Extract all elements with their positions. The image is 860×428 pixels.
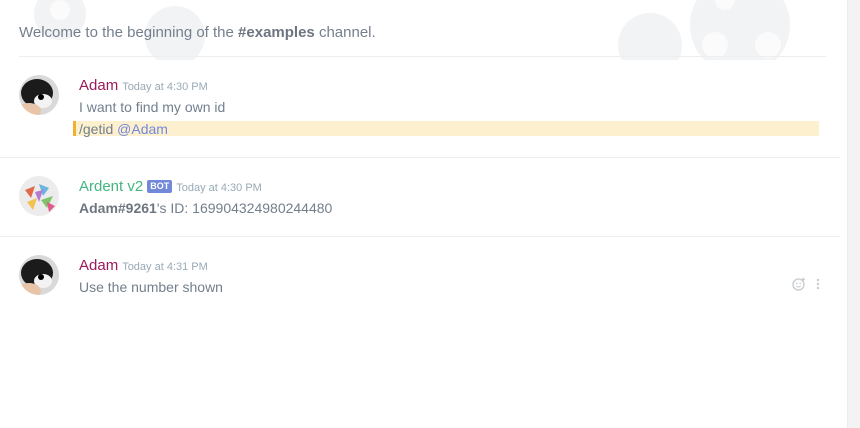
avatar[interactable] xyxy=(19,255,59,295)
add-reaction-icon[interactable] xyxy=(792,277,806,291)
timestamp[interactable]: Today at 4:31 PM xyxy=(122,261,208,273)
message-command-line: /getid @Adam xyxy=(79,121,168,137)
author-name[interactable]: Adam xyxy=(79,77,118,94)
user-tag: Adam#9261 xyxy=(79,200,157,216)
message-divider xyxy=(0,157,840,158)
message-header: Ardent v2 BOT Today at 4:30 PM xyxy=(79,178,262,195)
message-actions xyxy=(792,277,820,291)
avatar-dog-icon xyxy=(19,75,59,115)
message-text: Adam#9261's ID: 169904324980244480 xyxy=(79,200,332,216)
welcome-prefix: Welcome to the beginning of the xyxy=(19,24,234,41)
welcome-divider xyxy=(19,56,826,57)
avatar-dog-icon xyxy=(19,255,59,295)
message-header: Adam Today at 4:30 PM xyxy=(79,77,208,94)
more-options-icon[interactable] xyxy=(816,277,820,291)
channel-welcome: Welcome to the beginning of the #example… xyxy=(19,24,376,41)
command-text: /getid xyxy=(79,121,114,137)
avatar[interactable] xyxy=(19,75,59,115)
avatar[interactable] xyxy=(19,176,59,216)
avatar-bot-icon xyxy=(19,176,59,216)
scrollbar-track[interactable] xyxy=(847,0,860,428)
author-name[interactable]: Adam xyxy=(79,257,118,274)
message-header: Adam Today at 4:31 PM xyxy=(79,257,208,274)
channel-name[interactable]: #examples xyxy=(238,24,315,41)
author-name[interactable]: Ardent v2 xyxy=(79,178,143,195)
welcome-suffix: channel. xyxy=(318,24,376,41)
id-text: 's ID: 169904324980244480 xyxy=(156,200,333,216)
timestamp[interactable]: Today at 4:30 PM xyxy=(176,182,262,194)
mention-highlight xyxy=(73,121,819,136)
user-mention[interactable]: @Adam xyxy=(117,121,168,137)
bot-badge: BOT xyxy=(147,180,173,193)
timestamp[interactable]: Today at 4:30 PM xyxy=(122,81,208,93)
message-text: Use the number shown xyxy=(79,279,223,295)
message-divider xyxy=(0,236,840,237)
message-text: I want to find my own id xyxy=(79,99,226,115)
